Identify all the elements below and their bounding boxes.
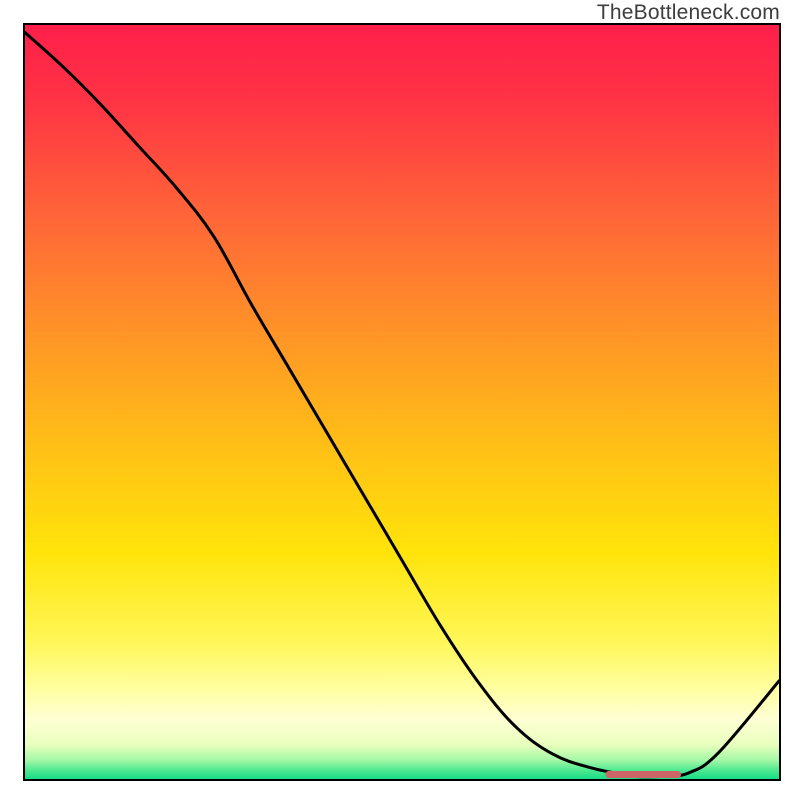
attribution-label: TheBottleneck.com <box>597 1 780 25</box>
optimal-band-marker <box>606 771 681 778</box>
bottleneck-curve <box>25 25 779 779</box>
bottleneck-chart: TheBottleneck.com <box>0 0 800 800</box>
plot-area <box>23 23 781 781</box>
